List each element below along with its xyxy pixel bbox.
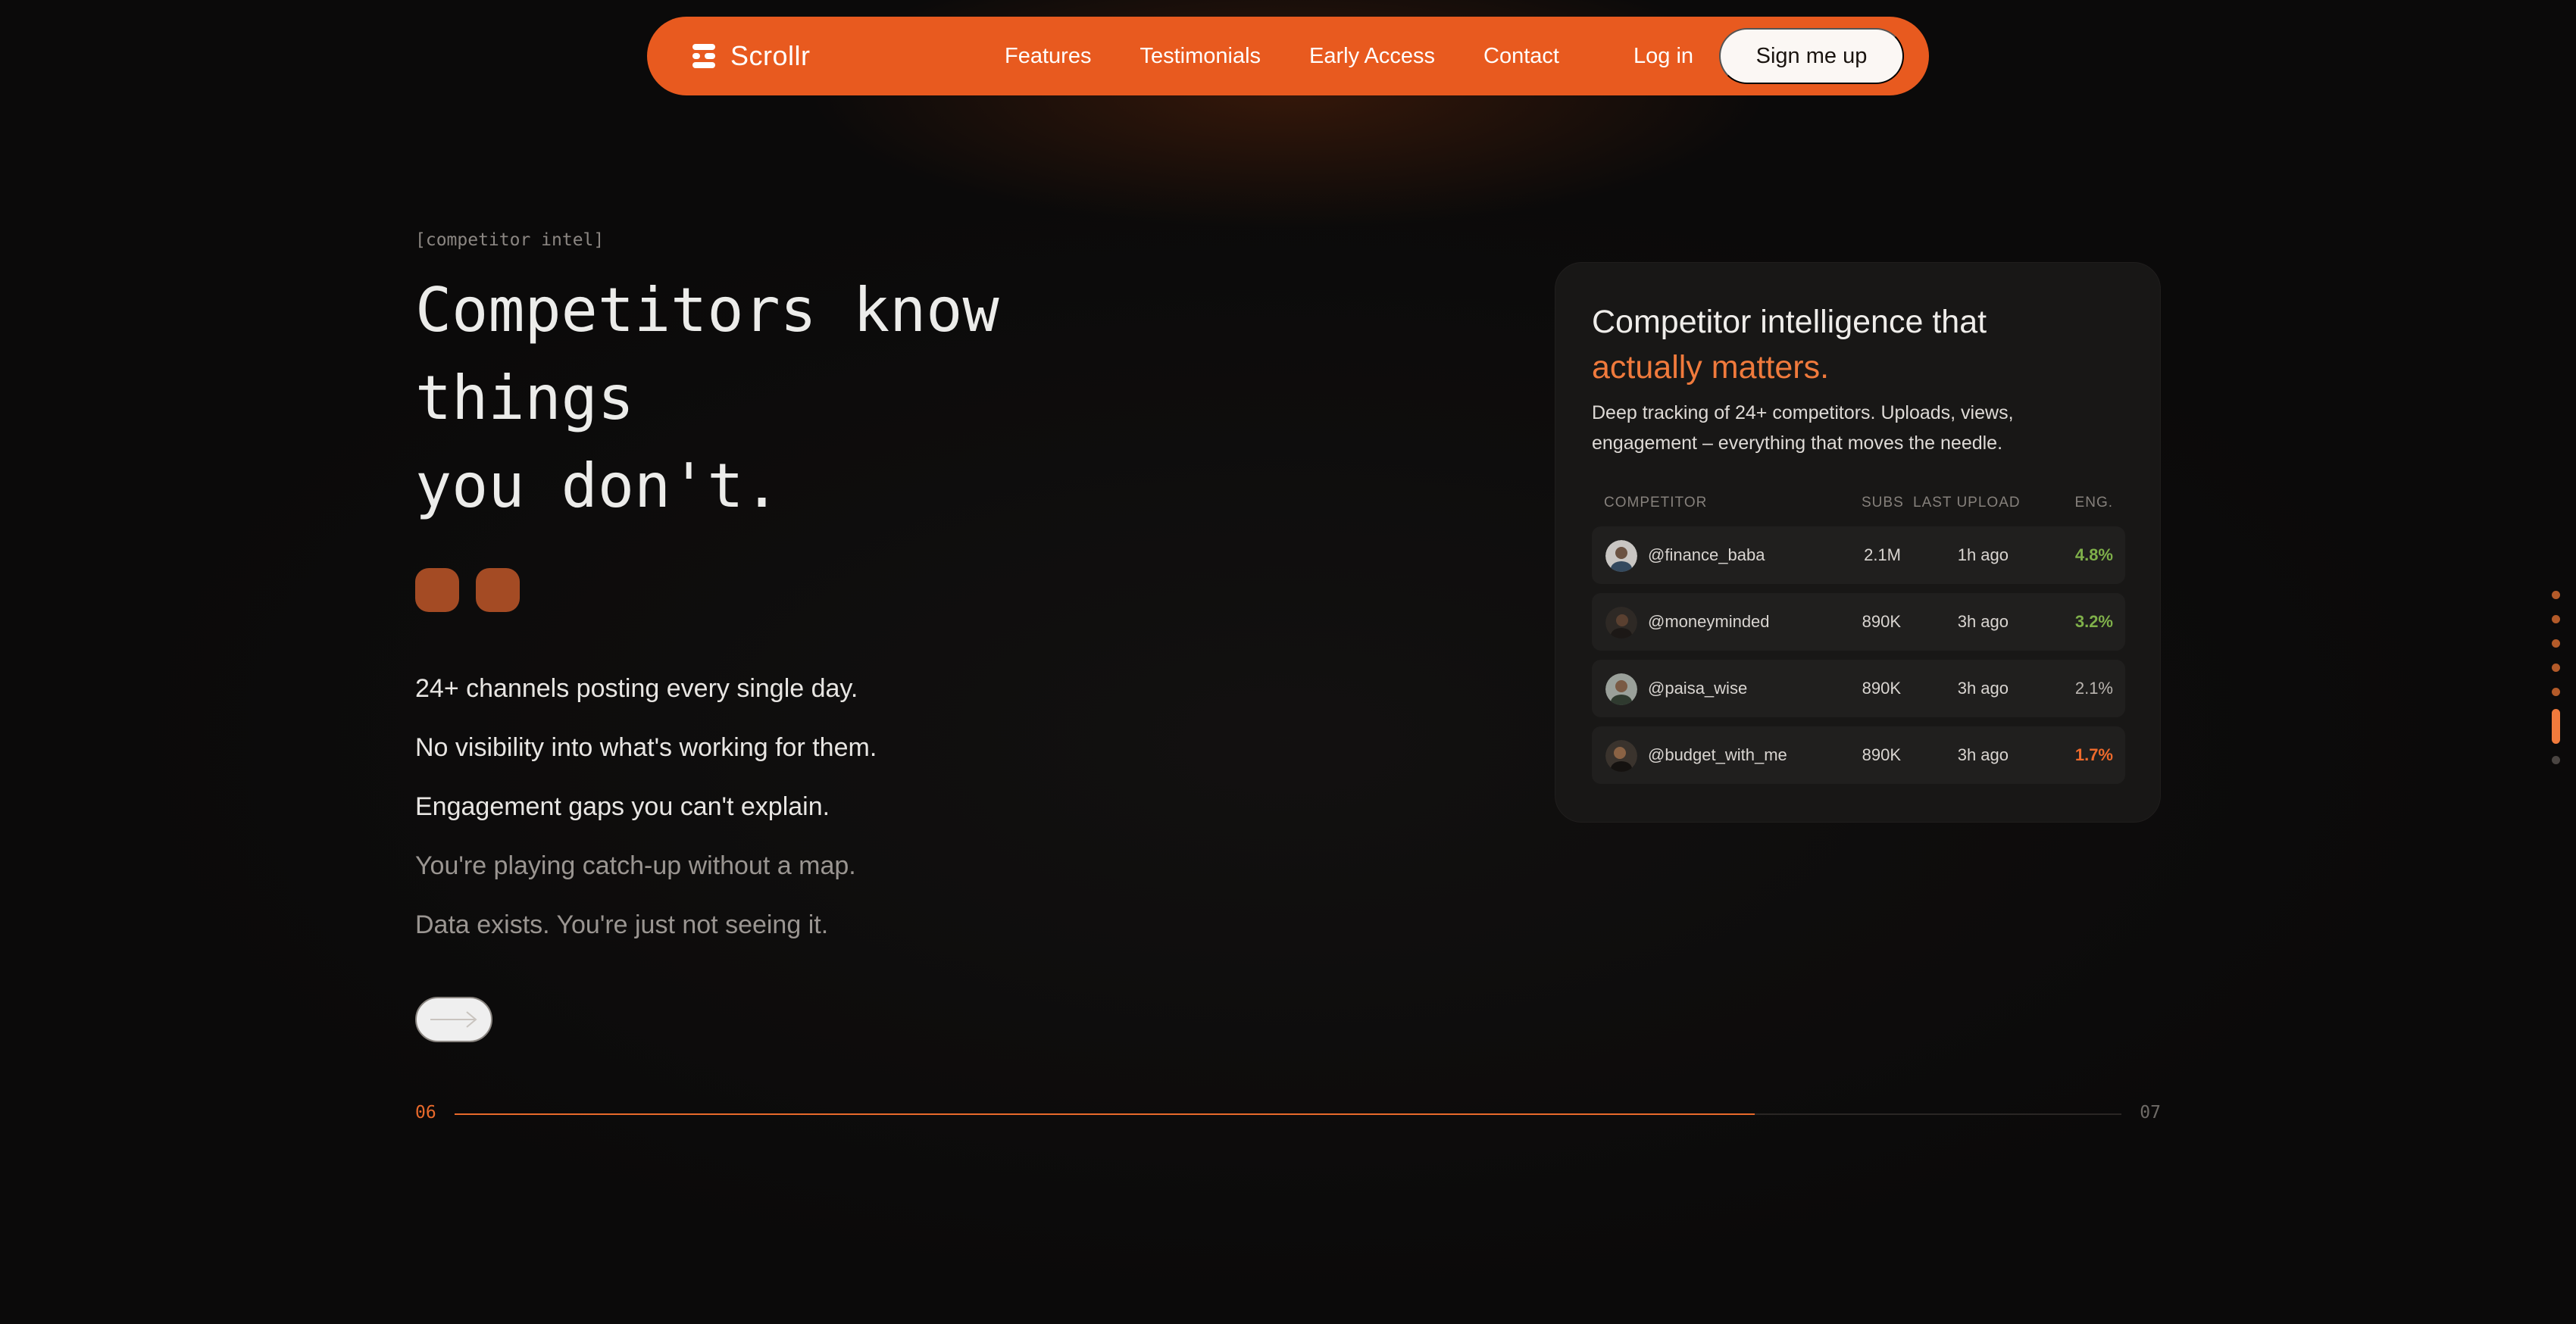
engagement-value: 3.2% bbox=[2074, 612, 2113, 631]
pain-point: You're playing catch-up without a map. bbox=[415, 851, 856, 880]
brand-name: Scrollr bbox=[730, 40, 811, 71]
competitor-handle: @paisa_wise bbox=[1648, 679, 1748, 698]
quote-mark-decoration bbox=[415, 568, 520, 612]
competitor-handle: @finance_baba bbox=[1648, 545, 1765, 564]
headline-line: Competitors know bbox=[415, 275, 999, 345]
section-eyebrow: [competitor intel] bbox=[415, 230, 605, 250]
nav-link-early-access[interactable]: Early Access bbox=[1309, 44, 1435, 69]
competitor-table: @finance_baba 2.1M 1h ago 4.8% @moneymin… bbox=[1592, 526, 2125, 793]
sign-up-button[interactable]: Sign me up bbox=[1719, 28, 1904, 84]
login-link[interactable]: Log in bbox=[1633, 17, 1693, 95]
table-row[interactable]: @paisa_wise 890K 3h ago 2.1% bbox=[1592, 660, 2125, 717]
pain-point: Engagement gaps you can't explain. bbox=[415, 792, 830, 821]
section-dot[interactable] bbox=[2552, 615, 2560, 623]
nav-links: Features Testimonials Early Access Conta… bbox=[1005, 17, 1559, 95]
table-row[interactable]: @budget_with_me 890K 3h ago 1.7% bbox=[1592, 726, 2125, 784]
subs-value: 2.1M bbox=[1864, 545, 1901, 564]
last-upload-value: 3h ago bbox=[1957, 745, 2009, 764]
column-header-subs: SUBS bbox=[1862, 495, 1904, 511]
engagement-value: 2.1% bbox=[2074, 679, 2113, 698]
section-dot[interactable] bbox=[2552, 591, 2560, 599]
quote-mark-blob bbox=[415, 568, 459, 612]
competitor-handle: @budget_with_me bbox=[1648, 745, 1787, 764]
last-upload-value: 3h ago bbox=[1957, 679, 2009, 698]
avatar bbox=[1605, 673, 1637, 705]
table-row[interactable]: @finance_baba 2.1M 1h ago 4.8% bbox=[1592, 526, 2125, 584]
arrow-right-icon bbox=[430, 1011, 477, 1028]
progress-track bbox=[455, 1113, 2121, 1115]
card-title: Competitor intelligence that actually ma… bbox=[1592, 299, 2137, 390]
section-dot-active[interactable] bbox=[2552, 709, 2560, 744]
column-header-competitor: COMPETITOR bbox=[1604, 495, 1708, 511]
current-section-number: 06 bbox=[415, 1103, 436, 1123]
pain-points-list: 24+ channels posting every single day. N… bbox=[415, 659, 877, 954]
avatar bbox=[1605, 607, 1637, 639]
card-title-accent: actually matters. bbox=[1592, 349, 1830, 386]
table-header: COMPETITOR SUBS LAST UPLOAD ENG. bbox=[1604, 495, 2113, 517]
next-arrow-button[interactable] bbox=[415, 997, 492, 1042]
quote-mark-blob bbox=[476, 568, 520, 612]
pain-point: 24+ channels posting every single day. bbox=[415, 674, 858, 703]
card-title-text: Competitor intelligence that bbox=[1592, 304, 1987, 340]
section-dot[interactable] bbox=[2552, 639, 2560, 648]
engagement-value: 4.8% bbox=[2074, 545, 2113, 564]
page: Scrollr Features Testimonials Early Acce… bbox=[0, 0, 2576, 1324]
column-header-eng: ENG. bbox=[2074, 495, 2113, 511]
headline-line: things bbox=[415, 363, 634, 433]
subs-value: 890K bbox=[1862, 745, 1901, 764]
pain-point: No visibility into what's working for th… bbox=[415, 733, 877, 762]
section-dot[interactable] bbox=[2552, 756, 2560, 764]
top-navbar: Scrollr Features Testimonials Early Acce… bbox=[647, 17, 1929, 95]
avatar bbox=[1605, 540, 1637, 572]
next-section-number: 07 bbox=[2140, 1103, 2161, 1123]
competitor-handle: @moneyminded bbox=[1648, 612, 1770, 631]
section-dot[interactable] bbox=[2552, 688, 2560, 696]
competitor-intel-card: Competitor intelligence that actually ma… bbox=[1555, 262, 2161, 823]
hero-headline: Competitors know things you don't. bbox=[415, 267, 1173, 530]
avatar bbox=[1605, 740, 1637, 772]
last-upload-value: 1h ago bbox=[1957, 545, 2009, 564]
last-upload-value: 3h ago bbox=[1957, 612, 2009, 631]
brand-logo[interactable]: Scrollr bbox=[692, 17, 811, 95]
headline-line: you don't. bbox=[415, 451, 780, 521]
subs-value: 890K bbox=[1862, 679, 1901, 698]
section-progress: 06 07 bbox=[415, 1103, 2161, 1126]
section-dot[interactable] bbox=[2552, 664, 2560, 672]
column-header-last-upload: LAST UPLOAD bbox=[1913, 495, 2021, 511]
nav-link-testimonials[interactable]: Testimonials bbox=[1140, 44, 1261, 69]
scrollr-logo-icon bbox=[692, 42, 715, 70]
subs-value: 890K bbox=[1862, 612, 1901, 631]
nav-link-features[interactable]: Features bbox=[1005, 44, 1091, 69]
section-dots-nav bbox=[2552, 591, 2561, 780]
nav-link-contact[interactable]: Contact bbox=[1483, 44, 1559, 69]
pain-point: Data exists. You're just not seeing it. bbox=[415, 910, 829, 939]
card-description: Deep tracking of 24+ competitors. Upload… bbox=[1592, 402, 2014, 454]
table-row[interactable]: @moneyminded 890K 3h ago 3.2% bbox=[1592, 593, 2125, 651]
engagement-value: 1.7% bbox=[2074, 745, 2113, 764]
progress-fill bbox=[455, 1113, 1755, 1115]
